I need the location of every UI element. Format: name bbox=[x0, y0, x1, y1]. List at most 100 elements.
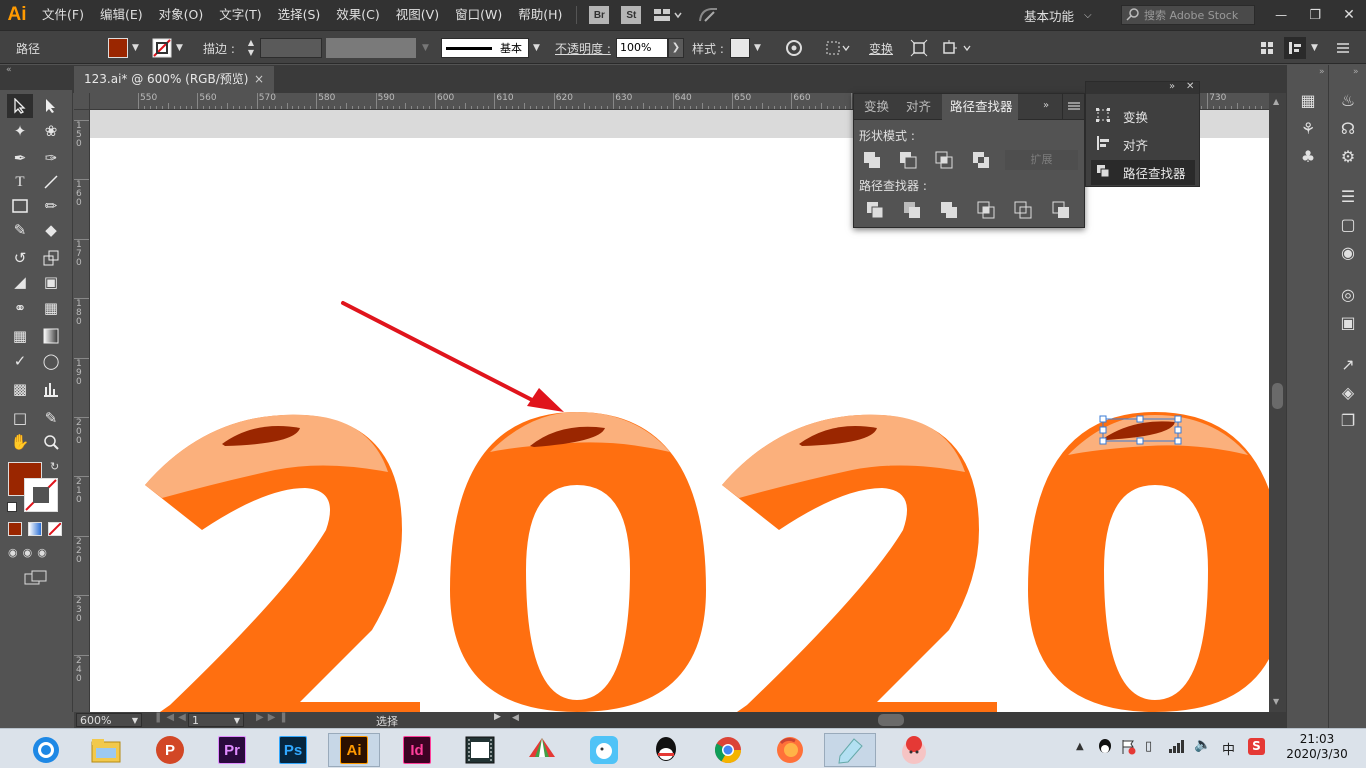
tray-clock[interactable]: 21:03 2020/3/30 bbox=[1272, 732, 1362, 761]
scale-tool-icon[interactable] bbox=[38, 246, 64, 270]
collapse-toolbar-icon[interactable]: « bbox=[6, 65, 12, 75]
rectangle-tool-icon[interactable] bbox=[7, 194, 33, 218]
screen-mode-icon[interactable] bbox=[24, 570, 48, 586]
scroll-thumb[interactable] bbox=[878, 714, 904, 726]
ruler-origin[interactable] bbox=[74, 93, 90, 110]
tray-overflow-icon[interactable]: ▲ bbox=[1076, 741, 1084, 752]
taskbar-app-video[interactable] bbox=[458, 733, 502, 767]
hand-tool-icon[interactable]: ✋ bbox=[7, 430, 33, 454]
fill-swatch[interactable]: ▼ bbox=[108, 31, 139, 65]
first-prev-artboard-icons[interactable]: ❚◀◀ bbox=[154, 712, 190, 723]
minus-back-icon[interactable] bbox=[1052, 201, 1072, 221]
close-tab-icon[interactable]: × bbox=[254, 66, 264, 93]
tray-ime-indicator[interactable]: 中 bbox=[1222, 739, 1235, 758]
gradient-tool-icon[interactable] bbox=[38, 324, 64, 348]
taskbar-app-file-explorer[interactable] bbox=[84, 733, 128, 767]
expand-panels-icon[interactable]: » bbox=[1169, 81, 1175, 92]
collapse-dock-icon[interactable]: » bbox=[1319, 67, 1325, 77]
color-guide-icon[interactable]: ☊ bbox=[1337, 117, 1359, 139]
merge-icon[interactable] bbox=[940, 201, 960, 221]
menu-edit[interactable]: 编辑(E) bbox=[92, 0, 151, 30]
taskbar-app-360[interactable] bbox=[24, 733, 68, 767]
document-tab[interactable]: 123.ai* @ 600% (RGB/预览) × bbox=[74, 66, 274, 93]
menu-object[interactable]: 对象(O) bbox=[151, 0, 212, 30]
default-colors-icon[interactable] bbox=[7, 502, 17, 512]
workspace-switcher[interactable]: 基本功能 ⌵ bbox=[1024, 0, 1092, 30]
taskbar-app-notes[interactable] bbox=[824, 733, 876, 767]
panel-menu-icon[interactable]: ▼ bbox=[1284, 31, 1318, 65]
hamburger-menu-icon[interactable] bbox=[1337, 31, 1349, 65]
scroll-left-icon[interactable]: ◀ bbox=[512, 713, 519, 723]
rotate-tool-icon[interactable]: ↺ bbox=[7, 246, 33, 270]
trim-icon[interactable] bbox=[903, 201, 923, 221]
exclude-icon[interactable] bbox=[972, 151, 992, 171]
taskbar-app-illustrator[interactable]: Ai bbox=[328, 733, 380, 767]
isolate-object-icon[interactable] bbox=[910, 31, 928, 65]
stroke-swatch[interactable]: ▼ bbox=[152, 31, 183, 65]
tab-align[interactable]: 对齐 bbox=[906, 94, 931, 120]
arrange-documents-icon[interactable] bbox=[653, 6, 683, 24]
horizontal-scrollbar[interactable]: ◀ bbox=[510, 712, 1286, 728]
slice-tool-icon[interactable]: ✎ bbox=[38, 406, 64, 430]
menu-file[interactable]: 文件(F) bbox=[34, 0, 92, 30]
taskbar-app-photoshop[interactable]: Ps bbox=[271, 733, 315, 767]
close-icon[interactable]: ✕ bbox=[1343, 7, 1355, 23]
digit-2-first[interactable] bbox=[145, 414, 420, 712]
divide-icon[interactable] bbox=[866, 201, 886, 221]
expand-button[interactable]: 扩展 bbox=[1005, 150, 1078, 170]
intersect-icon[interactable] bbox=[935, 151, 955, 171]
arrange-panels-icon[interactable] bbox=[1260, 31, 1274, 65]
digit-0-first[interactable] bbox=[450, 412, 706, 712]
curvature-tool-icon[interactable]: ✑ bbox=[38, 146, 64, 170]
lasso-icon[interactable]: ❀ bbox=[38, 119, 64, 143]
swatches-icon[interactable]: ▦ bbox=[1297, 89, 1319, 111]
tab-transform[interactable]: 变换 bbox=[864, 94, 889, 120]
symbol-sprayer-icon[interactable]: ▩ bbox=[7, 377, 33, 401]
align-to-selection-icon[interactable] bbox=[825, 31, 851, 65]
taskbar-app-indesign[interactable]: Id bbox=[395, 733, 439, 767]
panel-item-pathfinder[interactable]: 路径查找器 bbox=[1091, 160, 1195, 185]
vertical-scrollbar[interactable]: ▲ ▼ bbox=[1269, 93, 1286, 712]
color-mode-icon[interactable] bbox=[8, 522, 22, 536]
tray-qq-icon[interactable] bbox=[1097, 738, 1113, 759]
shaper-tool-icon[interactable]: ✎ bbox=[7, 218, 33, 242]
close-panel-icon[interactable]: ✕ bbox=[1186, 81, 1194, 92]
tray-battery-icon[interactable]: ▯ bbox=[1145, 739, 1152, 754]
opacity-field[interactable]: 100% ❯ bbox=[616, 31, 684, 65]
zoom-tool-icon[interactable] bbox=[38, 430, 64, 454]
menu-effect[interactable]: 效果(C) bbox=[328, 0, 387, 30]
transform-link[interactable]: 变换 bbox=[869, 31, 893, 65]
shape-builder-icon[interactable]: ⚭ bbox=[7, 296, 33, 320]
minus-front-icon[interactable] bbox=[899, 151, 919, 171]
collapse-dock-icon[interactable]: » bbox=[1353, 67, 1359, 77]
symbols-icon[interactable]: ♣ bbox=[1297, 145, 1319, 167]
outline-icon[interactable] bbox=[1014, 201, 1034, 221]
scroll-thumb[interactable] bbox=[1272, 383, 1283, 409]
vertical-ruler[interactable]: 150 160 170 180 190 200 210 220 230 240 bbox=[74, 110, 90, 712]
export-icon[interactable]: ↗ bbox=[1337, 353, 1359, 375]
stroke-color-swatch[interactable] bbox=[24, 478, 58, 512]
gradient-mode-icon[interactable] bbox=[28, 522, 42, 536]
scroll-down-icon[interactable]: ▼ bbox=[1273, 697, 1279, 706]
expand-panel-icon[interactable]: » bbox=[1043, 100, 1049, 111]
width-tool-icon[interactable]: ◢ bbox=[7, 270, 33, 294]
status-menu-icon[interactable]: ▶ bbox=[494, 712, 501, 722]
digit-0-second[interactable] bbox=[1028, 412, 1269, 712]
transparency-icon[interactable]: ◉ bbox=[1337, 241, 1359, 263]
menu-help[interactable]: 帮助(H) bbox=[510, 0, 570, 30]
next-last-artboard-icons[interactable]: ▶▶❚ bbox=[256, 712, 292, 723]
gpu-performance-icon[interactable] bbox=[697, 6, 721, 24]
bridge-button[interactable]: Br bbox=[589, 6, 610, 24]
tray-sogou-icon[interactable]: S bbox=[1248, 738, 1265, 755]
digit-2-second[interactable] bbox=[722, 414, 997, 712]
taskbar-app-bird[interactable] bbox=[582, 733, 626, 767]
artboards-icon[interactable]: ❐ bbox=[1337, 409, 1359, 431]
none-mode-icon[interactable] bbox=[48, 522, 62, 536]
panel-item-transform[interactable]: 变换 bbox=[1091, 104, 1195, 129]
menu-select[interactable]: 选择(S) bbox=[270, 0, 329, 30]
selection-tool-icon[interactable] bbox=[7, 94, 33, 118]
menu-type[interactable]: 文字(T) bbox=[211, 0, 269, 30]
eraser-icon[interactable]: ◆ bbox=[38, 218, 64, 242]
direct-selection-tool-icon[interactable] bbox=[38, 94, 64, 118]
taskbar-app-images[interactable] bbox=[520, 733, 564, 767]
